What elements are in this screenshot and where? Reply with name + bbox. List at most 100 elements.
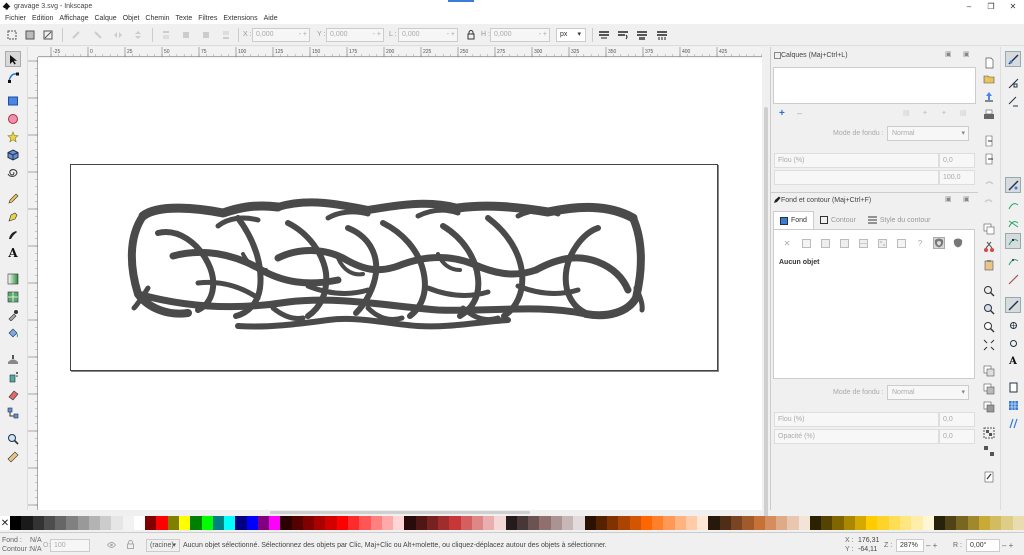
palette-swatch[interactable] [640, 516, 653, 530]
palette-swatch[interactable] [776, 516, 788, 530]
palette-swatch[interactable] [719, 516, 731, 530]
layers-panel-close-icon[interactable]: ▣ [963, 50, 970, 58]
palette-swatch[interactable] [562, 516, 574, 530]
flip-horizontal-icon[interactable] [112, 29, 124, 41]
lock-ratio-icon[interactable] [465, 29, 477, 41]
status-opacity-field[interactable]: 100 [50, 539, 90, 552]
palette-swatch[interactable] [516, 516, 529, 530]
palette-swatch[interactable] [190, 516, 202, 530]
palette-swatch[interactable] [764, 516, 777, 530]
select-all-icon[interactable] [6, 29, 18, 41]
menu-chemin[interactable]: Chemin [142, 15, 172, 22]
palette-swatch[interactable] [122, 516, 134, 530]
width-field[interactable]: 0,000- + [398, 28, 458, 42]
palette-swatch[interactable] [697, 516, 709, 530]
raise-icon[interactable] [180, 29, 192, 41]
deselect-icon[interactable] [42, 29, 54, 41]
fill-opacity-value[interactable]: 0,0 [939, 429, 975, 444]
palette-swatch[interactable] [111, 516, 123, 530]
scale-stroke-icon[interactable] [598, 29, 610, 41]
layers-blur-field[interactable]: Flou (%) [774, 153, 939, 168]
palette-swatch[interactable] [573, 516, 585, 530]
print-icon[interactable] [983, 109, 995, 121]
palette-swatch[interactable] [877, 516, 889, 530]
engraving-drawing[interactable] [38, 58, 762, 510]
mesh-gradient-button[interactable] [857, 237, 869, 249]
layer-raise-icon[interactable]: ▤ [903, 109, 910, 117]
zoom-field[interactable]: 287% [896, 539, 924, 552]
new-document-icon[interactable] [983, 57, 995, 69]
palette-swatch[interactable] [415, 516, 427, 530]
star-tool[interactable] [5, 129, 21, 145]
duplicate-icon[interactable] [983, 365, 995, 377]
vertical-scrollbar[interactable] [762, 47, 770, 527]
palette-swatch[interactable] [269, 516, 281, 530]
palette-swatch[interactable] [505, 516, 517, 530]
snap-others-toggle[interactable] [1005, 297, 1021, 313]
horizontal-ruler[interactable]: -25 0 25 50 75 100 125 150 175 200 225 250 275 300 325… [38, 47, 762, 57]
palette-swatch[interactable] [145, 516, 157, 530]
rectangle-tool[interactable] [5, 93, 21, 109]
snap-toggle[interactable] [1005, 51, 1021, 67]
palette-swatch[interactable] [224, 516, 236, 530]
palette-swatch[interactable] [1001, 516, 1013, 530]
fill-blur-value[interactable]: 0,0 [939, 412, 975, 427]
palette-swatch[interactable] [911, 516, 923, 530]
fill-blend-select[interactable]: Normal ▾ [887, 385, 969, 400]
palette-swatch[interactable] [280, 516, 292, 530]
no-color-swatch[interactable]: ✕ [0, 516, 10, 530]
snap-midpoint-toggle[interactable] [1005, 271, 1021, 287]
tab-stroke-style[interactable]: Style du contour [862, 211, 937, 229]
palette-swatch[interactable] [359, 516, 371, 530]
palette-swatch[interactable] [235, 516, 247, 530]
snap-cusp-toggle[interactable] [1005, 233, 1021, 249]
connector-tool[interactable] [5, 405, 21, 421]
palette-swatch[interactable] [629, 516, 641, 530]
palette-swatch[interactable] [832, 516, 844, 530]
palette-swatch[interactable] [618, 516, 630, 530]
palette-swatch[interactable] [370, 516, 382, 530]
open-folder-icon[interactable] [983, 73, 995, 85]
x-field[interactable]: 0,000- + [252, 28, 310, 42]
select-all-layers-icon[interactable] [24, 29, 36, 41]
palette-swatch[interactable] [663, 516, 675, 530]
palette-swatch[interactable] [336, 516, 348, 530]
palette-swatch[interactable] [685, 516, 698, 530]
copy-icon[interactable] [983, 223, 995, 235]
palette-swatch[interactable] [922, 516, 934, 530]
palette-swatch[interactable] [787, 516, 799, 530]
layer-lower-icon[interactable]: ▤ [960, 109, 967, 117]
snap-guides-toggle[interactable] [1005, 415, 1021, 431]
unit-select[interactable]: px ▾ [556, 28, 586, 42]
mesh-tool[interactable] [5, 289, 21, 305]
palette-swatch[interactable] [21, 516, 33, 530]
save-icon[interactable] [983, 91, 995, 103]
menu-aide[interactable]: Aide [261, 15, 281, 22]
clone-icon[interactable] [983, 383, 995, 395]
fill-stroke-close-icon[interactable]: ▣ [963, 195, 970, 203]
transform-gradients-icon[interactable] [636, 29, 648, 41]
palette-swatch[interactable] [652, 516, 664, 530]
rotate-ccw-icon[interactable] [70, 29, 82, 41]
palette-swatch[interactable] [899, 516, 912, 530]
scale-corners-icon[interactable] [617, 29, 629, 41]
palette-swatch[interactable] [731, 516, 743, 530]
zoom-fit-icon[interactable] [983, 339, 995, 351]
selector-tool[interactable] [5, 51, 21, 67]
layers-list[interactable] [773, 67, 976, 104]
linear-gradient-button[interactable] [819, 237, 831, 249]
palette-swatch[interactable] [967, 516, 979, 530]
lower-icon[interactable] [200, 29, 212, 41]
undo-icon[interactable] [983, 179, 995, 191]
palette-swatch[interactable] [528, 516, 540, 530]
palette-swatch[interactable] [821, 516, 833, 530]
3d-box-tool[interactable] [5, 147, 21, 163]
menu-fichier[interactable]: Fichier [2, 15, 29, 22]
vertical-ruler[interactable] [28, 57, 38, 510]
pencil-tool[interactable] [5, 191, 21, 207]
layer-down-icon[interactable]: ✦ [941, 109, 947, 117]
palette-swatch[interactable] [77, 516, 89, 530]
flat-color-button[interactable] [800, 237, 812, 249]
height-field[interactable]: 0,000- + [490, 28, 550, 42]
drawing-canvas[interactable] [38, 58, 762, 510]
